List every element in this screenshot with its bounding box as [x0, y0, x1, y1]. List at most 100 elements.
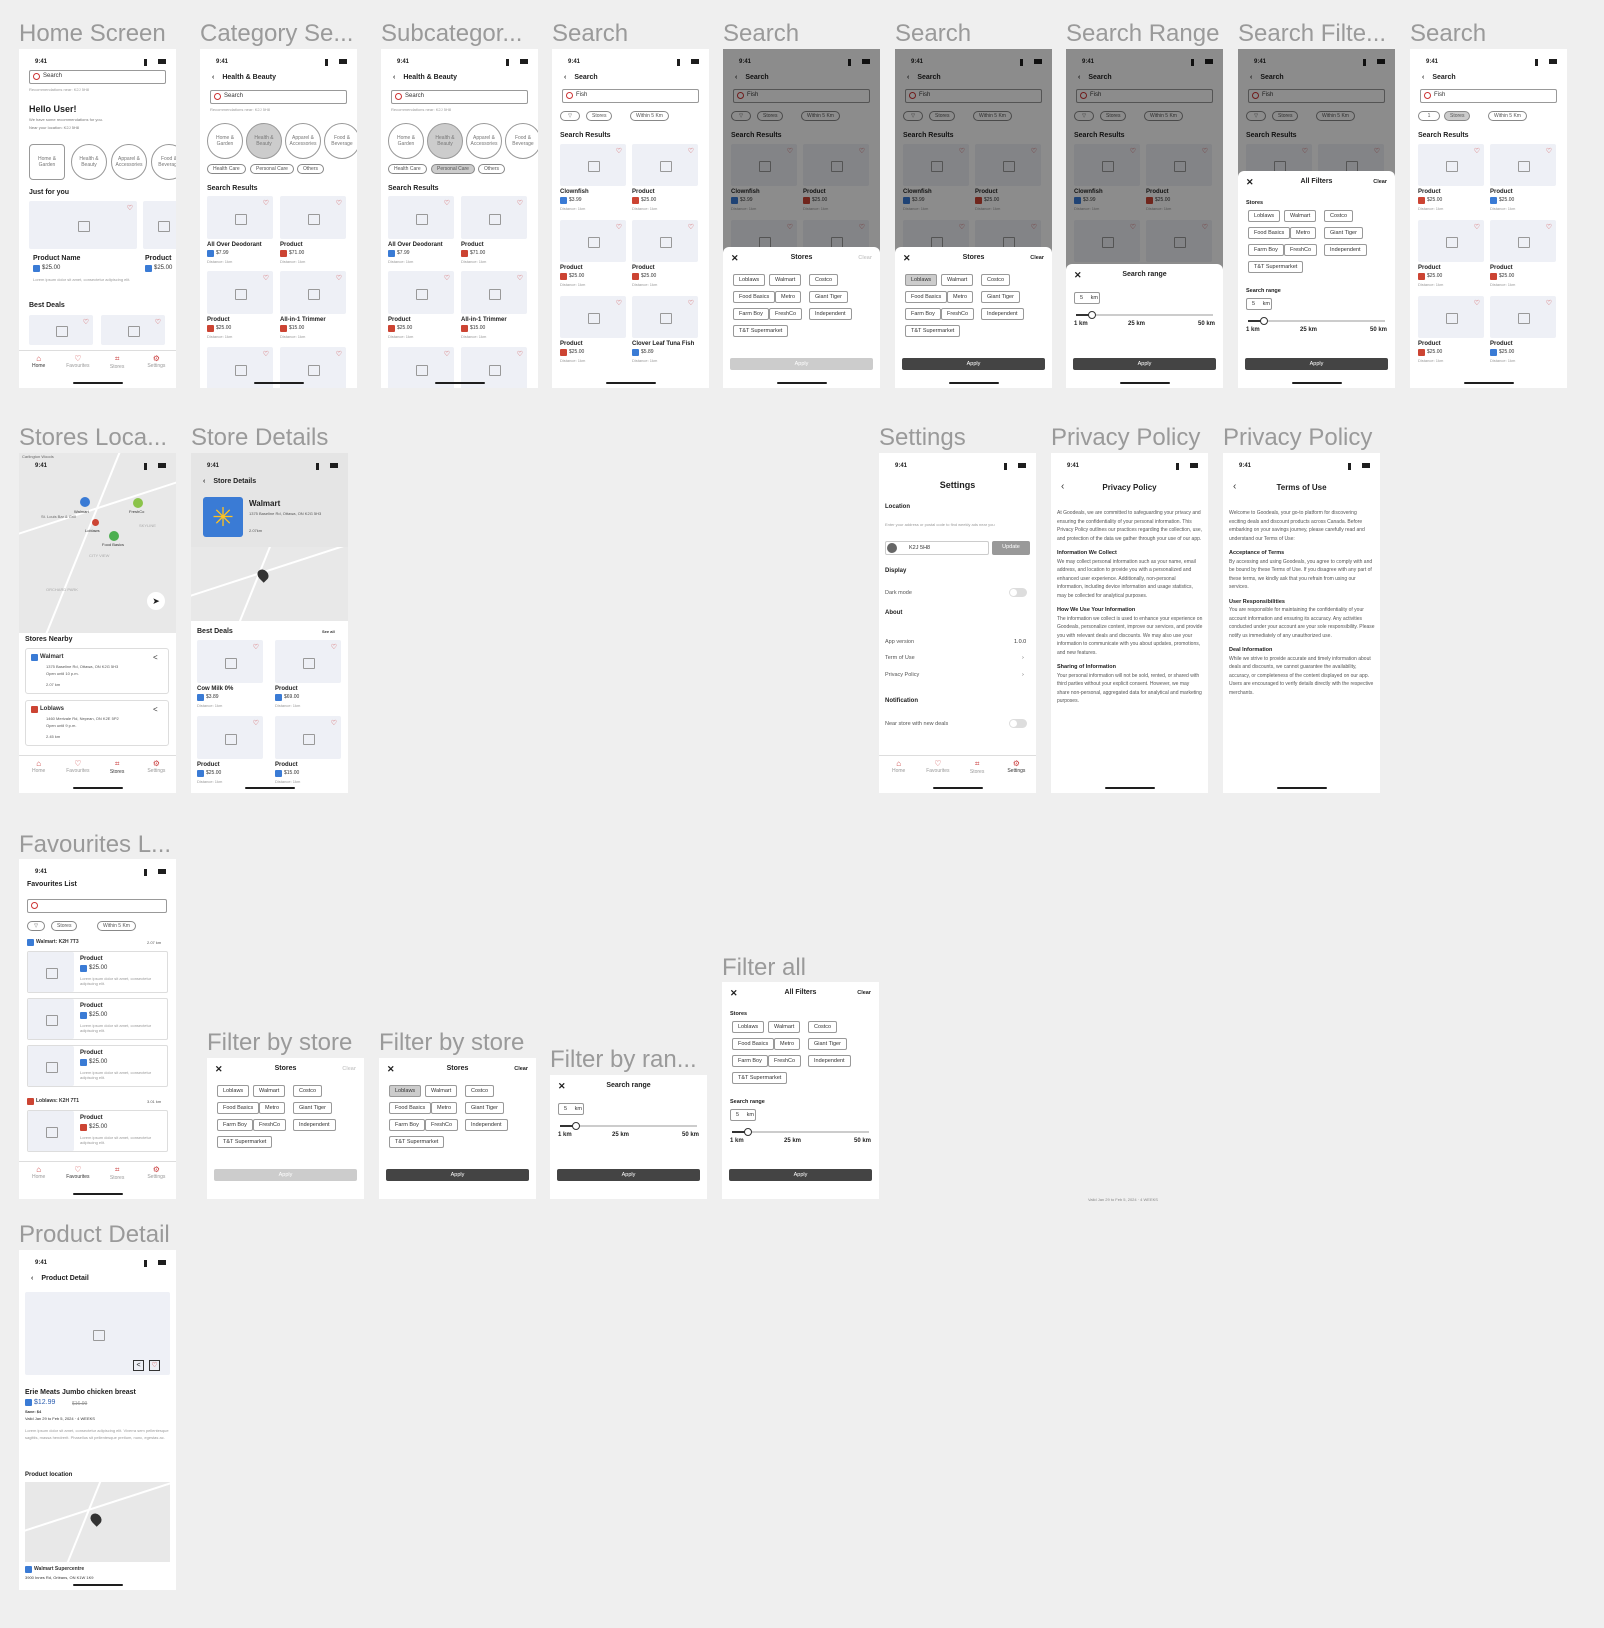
- category-health-beauty[interactable]: Health & Beauty: [71, 144, 107, 180]
- heart-icon[interactable]: ♡: [616, 147, 622, 155]
- deal-card[interactable]: ♡: [101, 315, 165, 345]
- filter-count-badge[interactable]: 1: [1418, 111, 1440, 121]
- store-chip[interactable]: Costco: [1324, 210, 1354, 222]
- store-chip[interactable]: Farm Boy: [1248, 244, 1284, 256]
- filter-icon[interactable]: ▽: [27, 921, 45, 931]
- apply-button[interactable]: Apply: [214, 1169, 357, 1181]
- result-card[interactable]: ♡: [632, 296, 698, 338]
- store-chip[interactable]: Farm Boy: [732, 1055, 768, 1067]
- result-card[interactable]: ♡: [207, 196, 273, 239]
- nav-home[interactable]: ⌂ Home: [19, 1162, 58, 1185]
- result-card[interactable]: ♡: [560, 220, 626, 262]
- filter-icon[interactable]: ▽: [560, 111, 580, 121]
- see-all-link[interactable]: See all: [322, 629, 335, 634]
- store-chip[interactable]: Giant Tiger: [1324, 227, 1363, 239]
- category-apparel[interactable]: Apparel & Accessories: [111, 144, 147, 180]
- back-icon[interactable]: ‹: [212, 74, 214, 81]
- store-chip[interactable]: Costco: [808, 1021, 838, 1033]
- store-chip[interactable]: Loblaws: [217, 1085, 250, 1097]
- category-home-garden[interactable]: Home & Garden: [388, 123, 424, 159]
- store-chip[interactable]: Food Basics: [905, 291, 948, 303]
- store-chip[interactable]: Loblaws: [389, 1085, 422, 1097]
- heart-icon[interactable]: ♡: [83, 318, 89, 326]
- store-chip[interactable]: T&T Supermarket: [217, 1136, 273, 1148]
- category-food[interactable]: Food & Beverage: [324, 123, 357, 159]
- range-dropdown[interactable]: Within 5 Km: [1488, 111, 1527, 121]
- clear-button[interactable]: Clear: [342, 1066, 356, 1072]
- favourite-button[interactable]: ♡: [149, 1360, 160, 1371]
- store-chip[interactable]: Walmart: [253, 1085, 286, 1097]
- clear-button[interactable]: Clear: [858, 255, 872, 261]
- nav-favourites[interactable]: ♡ Favourites: [918, 756, 957, 779]
- search-input[interactable]: Search: [391, 90, 528, 104]
- store-chip[interactable]: FreshCo: [1284, 244, 1318, 256]
- range-dropdown[interactable]: Within 5 Km: [630, 111, 669, 121]
- sub-chip[interactable]: Personal Care: [250, 164, 294, 174]
- store-chip[interactable]: Food Basics: [217, 1102, 260, 1114]
- slider-handle[interactable]: [1088, 311, 1096, 319]
- range-input[interactable]: 5 km: [1246, 298, 1272, 310]
- heart-icon[interactable]: ♡: [336, 350, 342, 358]
- store-chip[interactable]: Giant Tiger: [293, 1102, 332, 1114]
- heart-icon[interactable]: ♡: [127, 204, 133, 212]
- store-chip[interactable]: FreshCo: [253, 1119, 287, 1131]
- range-input[interactable]: 5 km: [558, 1103, 584, 1115]
- favourite-item[interactable]: Product $25.00 Lorem ipsum dolor sit amet,…: [27, 951, 168, 993]
- store-chip[interactable]: T&T Supermarket: [389, 1136, 445, 1148]
- heart-icon[interactable]: ♡: [263, 274, 269, 282]
- store-chip[interactable]: Food Basics: [389, 1102, 432, 1114]
- result-card[interactable]: ♡: [632, 220, 698, 262]
- heart-icon[interactable]: ♡: [688, 299, 694, 307]
- store-chip[interactable]: Costco: [981, 274, 1011, 286]
- heart-icon[interactable]: ♡: [253, 719, 259, 727]
- product-card-image[interactable]: ♡: [29, 201, 137, 249]
- heart-icon[interactable]: ♡: [1474, 223, 1480, 231]
- result-card[interactable]: ♡: [1418, 220, 1484, 262]
- store-chip[interactable]: Giant Tiger: [808, 1038, 847, 1050]
- range-slider[interactable]: [1076, 311, 1213, 319]
- result-card[interactable]: ♡: [560, 296, 626, 338]
- store-chip[interactable]: Food Basics: [1248, 227, 1291, 239]
- heart-icon[interactable]: ♡: [444, 350, 450, 358]
- store-chip[interactable]: Food Basics: [732, 1038, 775, 1050]
- heart-icon[interactable]: ♡: [331, 719, 337, 727]
- heart-icon[interactable]: ♡: [616, 223, 622, 231]
- heart-icon[interactable]: ♡: [253, 643, 259, 651]
- category-home-garden[interactable]: Home & Garden: [207, 123, 243, 159]
- favourite-item[interactable]: Product $25.00 Lorem ipsum dolor sit amet,…: [27, 998, 168, 1040]
- result-card[interactable]: ♡: [1418, 296, 1484, 338]
- deal-card[interactable]: ♡: [29, 315, 93, 345]
- nav-settings[interactable]: ⚙ Settings: [997, 756, 1036, 779]
- store-chip[interactable]: Walmart: [769, 274, 802, 286]
- sub-chip[interactable]: Others: [297, 164, 325, 174]
- heart-icon[interactable]: ♡: [444, 274, 450, 282]
- back-icon[interactable]: ‹: [564, 74, 566, 81]
- map-pin-loblaws[interactable]: [92, 519, 99, 526]
- back-icon[interactable]: ‹: [31, 1275, 33, 1282]
- store-chip[interactable]: Metro: [1290, 227, 1317, 239]
- slider-handle[interactable]: [1260, 317, 1268, 325]
- store-chip[interactable]: T&T Supermarket: [732, 1072, 788, 1084]
- privacy-link[interactable]: Privacy Policy: [885, 672, 919, 678]
- heart-icon[interactable]: ♡: [336, 199, 342, 207]
- store-chip[interactable]: Independent: [293, 1119, 336, 1131]
- store-chip[interactable]: Walmart: [425, 1085, 458, 1097]
- clear-button[interactable]: Clear: [514, 1066, 528, 1072]
- share-icon[interactable]: <: [153, 653, 158, 662]
- category-food[interactable]: Food & Beverage: [151, 144, 176, 180]
- store-chip[interactable]: Independent: [981, 308, 1024, 320]
- category-food[interactable]: Food & Beverage: [505, 123, 538, 159]
- nav-home[interactable]: ⌂ Home: [879, 756, 918, 779]
- range-slider[interactable]: [1248, 317, 1385, 325]
- apply-button[interactable]: Apply: [729, 1169, 872, 1181]
- store-chip[interactable]: FreshCo: [768, 1055, 802, 1067]
- store-chip[interactable]: Farm Boy: [905, 308, 941, 320]
- store-chip[interactable]: Metro: [947, 291, 974, 303]
- favourite-item[interactable]: Product $25.00 Lorem ipsum dolor sit amet,…: [27, 1110, 168, 1152]
- store-chip[interactable]: Costco: [293, 1085, 323, 1097]
- clear-button[interactable]: Clear: [1030, 255, 1044, 261]
- search-input[interactable]: Fish: [1420, 89, 1557, 103]
- result-card[interactable]: ♡: [632, 144, 698, 186]
- heart-icon[interactable]: ♡: [263, 199, 269, 207]
- store-chip[interactable]: Food Basics: [733, 291, 776, 303]
